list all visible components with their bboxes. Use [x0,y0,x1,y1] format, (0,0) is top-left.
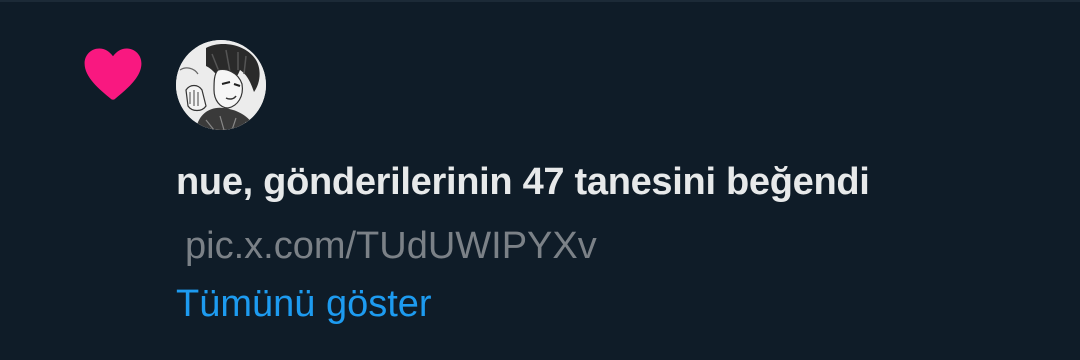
show-all-link[interactable]: Tümünü göster [176,280,432,328]
notification-message: nue, gönderilerinin 47 tanesini beğendi [176,161,870,203]
avatar[interactable] [176,40,266,130]
heart-icon [84,48,142,100]
avatar-image [176,40,266,130]
media-link[interactable]: pic.x.com/TUdUWIPYXv [185,222,597,270]
like-notification[interactable]: nue, gönderilerinin 47 tanesini beğendi … [0,0,1080,360]
